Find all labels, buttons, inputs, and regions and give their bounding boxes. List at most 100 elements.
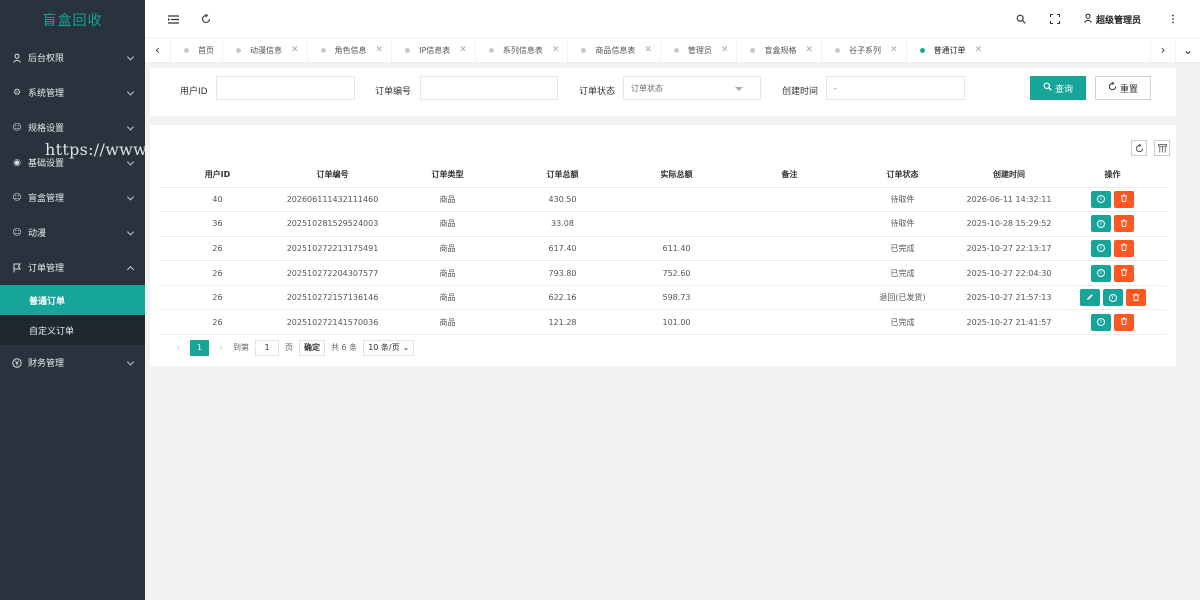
page-current[interactable]: 1 xyxy=(190,339,209,356)
cell-status: 待取件 xyxy=(846,211,959,237)
sidebar-item-spec[interactable]: ☺ 规格设置 xyxy=(0,110,145,145)
trash-icon xyxy=(1120,317,1128,327)
order-no-input[interactable] xyxy=(420,76,558,100)
menu-toggle-icon[interactable] xyxy=(163,9,183,29)
close-icon[interactable]: ✕ xyxy=(459,45,467,55)
tab-role-info[interactable]: 角色信息 ✕ xyxy=(306,37,392,63)
cell-total: 622.16 xyxy=(505,285,620,311)
tab-anime-info[interactable]: 动漫信息 ✕ xyxy=(222,37,307,63)
query-button[interactable]: 查询 xyxy=(1030,76,1086,100)
delete-button[interactable] xyxy=(1125,289,1146,307)
user-menu[interactable]: 超级管理员 xyxy=(1083,9,1163,29)
cell-actions: i xyxy=(1059,187,1166,213)
close-icon[interactable]: ✕ xyxy=(721,45,729,55)
sidebar-subitem-custom-orders[interactable]: 自定义订单 xyxy=(0,315,145,345)
sidebar-item-basic[interactable]: ◉ 基础设置 xyxy=(0,145,145,180)
fullscreen-icon[interactable] xyxy=(1045,9,1065,29)
col-header[interactable]: 备注 xyxy=(733,163,846,188)
chevron-down-icon xyxy=(126,87,135,96)
table-refresh-icon[interactable] xyxy=(1131,140,1147,156)
sidebar: 盲盒回收 后台权限 ⚙ 系统管理 ☺ 规格设置 ◉ 基础设置 ☺ 盲盒管理 ☺ … xyxy=(0,0,145,600)
column-filter-icon[interactable] xyxy=(1154,140,1170,156)
cell-type: 商品 xyxy=(390,211,505,237)
delete-button[interactable] xyxy=(1114,215,1134,233)
close-icon[interactable]: ✕ xyxy=(552,45,560,55)
order-status-label: 订单状态 xyxy=(579,87,616,97)
col-header[interactable]: 用户ID xyxy=(160,163,275,188)
sidebar-item-blindbox[interactable]: ☺ 盲盒管理 xyxy=(0,180,145,215)
table-row: 26 202510272157136146 商品 622.16 598.73 退… xyxy=(160,285,1166,311)
detail-button[interactable]: i xyxy=(1091,190,1111,208)
tab-label: 系列信息表 xyxy=(502,45,543,55)
tab-ip-info[interactable]: IP信息表 ✕ xyxy=(391,37,475,63)
tab-admins[interactable]: 管理员 ✕ xyxy=(659,37,737,63)
prev-page-icon[interactable]: ‹ xyxy=(172,343,184,353)
tab-blindbox-spec[interactable]: 盲盒规格 ✕ xyxy=(736,37,821,63)
tab-series-info[interactable]: 系列信息表 ✕ xyxy=(474,37,568,63)
sidebar-item-permissions[interactable]: 后台权限 xyxy=(0,40,145,75)
tab-product-info[interactable]: 商品信息表 ✕ xyxy=(567,37,660,63)
delete-button[interactable] xyxy=(1114,264,1134,282)
col-header[interactable]: 订单总额 xyxy=(505,163,620,188)
detail-button[interactable]: i xyxy=(1091,264,1111,282)
cell-type: 商品 xyxy=(390,260,505,286)
goto-page-input[interactable]: 1 xyxy=(255,339,279,356)
search-icon[interactable] xyxy=(1011,9,1031,29)
close-icon[interactable]: ✕ xyxy=(644,45,652,55)
info-icon: i xyxy=(1097,195,1105,204)
refresh-icon xyxy=(1108,81,1117,94)
cell-status: 待取件 xyxy=(846,187,959,213)
delete-button[interactable] xyxy=(1114,239,1134,257)
tab-goods-series[interactable]: 谷子系列 ✕ xyxy=(821,37,906,63)
close-icon[interactable]: ✕ xyxy=(890,45,898,55)
close-icon[interactable]: ✕ xyxy=(975,45,983,55)
tab-home[interactable]: 首页 xyxy=(170,37,222,63)
cell-order-no: 202606111432111460 xyxy=(275,187,390,213)
col-header[interactable]: 实际总额 xyxy=(620,163,733,188)
tabs-prev-icon[interactable]: ‹ xyxy=(145,38,170,63)
more-vertical-icon[interactable] xyxy=(1163,9,1183,29)
order-status-select[interactable]: 订单状态 xyxy=(623,76,761,100)
orders-submenu: 普通订单 自定义订单 xyxy=(0,285,145,345)
col-header[interactable]: 创建时间 xyxy=(959,163,1059,188)
tabs-close-menu-icon[interactable]: ⌄ xyxy=(1175,37,1200,63)
detail-button[interactable]: i xyxy=(1102,289,1123,307)
page-size-select[interactable]: 10 条/页 ⌄ xyxy=(363,339,415,356)
close-icon[interactable]: ✕ xyxy=(805,45,813,55)
tabs-next-icon[interactable]: › xyxy=(1150,37,1175,63)
trash-icon xyxy=(1120,219,1128,229)
goto-confirm-button[interactable]: 确定 xyxy=(299,339,325,356)
col-header[interactable]: 订单编号 xyxy=(275,163,390,188)
pencil-icon xyxy=(1086,293,1094,303)
brand-logo[interactable]: 盲盒回收 xyxy=(0,0,145,40)
info-icon: i xyxy=(1097,244,1105,253)
cell-actual: 101.00 xyxy=(620,309,733,336)
detail-button[interactable]: i xyxy=(1091,313,1111,331)
sidebar-item-label: 订单管理 xyxy=(28,264,65,274)
cell-actions: i xyxy=(1059,236,1166,262)
tab-normal-orders[interactable]: 普通订单 ✕ xyxy=(905,37,991,63)
user-icon xyxy=(1083,13,1093,26)
delete-button[interactable] xyxy=(1114,190,1134,208)
sidebar-item-system[interactable]: ⚙ 系统管理 xyxy=(0,75,145,110)
table-row: 26 202510272213175491 商品 617.40 611.40 已… xyxy=(160,236,1166,262)
cell-remark xyxy=(733,187,846,213)
detail-button[interactable]: i xyxy=(1091,239,1111,257)
created-time-range-input[interactable]: - xyxy=(826,76,965,100)
edit-button[interactable] xyxy=(1079,289,1100,307)
next-page-icon[interactable]: › xyxy=(215,343,227,353)
reset-button[interactable]: 重置 xyxy=(1095,76,1151,100)
sidebar-item-orders[interactable]: 订单管理 xyxy=(0,250,145,285)
tab-dot xyxy=(673,47,679,53)
sidebar-item-anime[interactable]: ☺ 动漫 xyxy=(0,215,145,250)
detail-button[interactable]: i xyxy=(1091,215,1111,233)
close-icon[interactable]: ✕ xyxy=(291,45,299,55)
delete-button[interactable] xyxy=(1114,313,1134,331)
col-header[interactable]: 订单类型 xyxy=(390,163,505,188)
user-id-input[interactable] xyxy=(216,76,355,100)
col-header[interactable]: 订单状态 xyxy=(846,163,959,188)
refresh-icon[interactable] xyxy=(196,9,216,29)
sidebar-subitem-normal-orders[interactable]: 普通订单 xyxy=(0,285,145,315)
sidebar-item-finance[interactable]: 财务管理 xyxy=(0,345,145,380)
close-icon[interactable]: ✕ xyxy=(376,45,384,55)
